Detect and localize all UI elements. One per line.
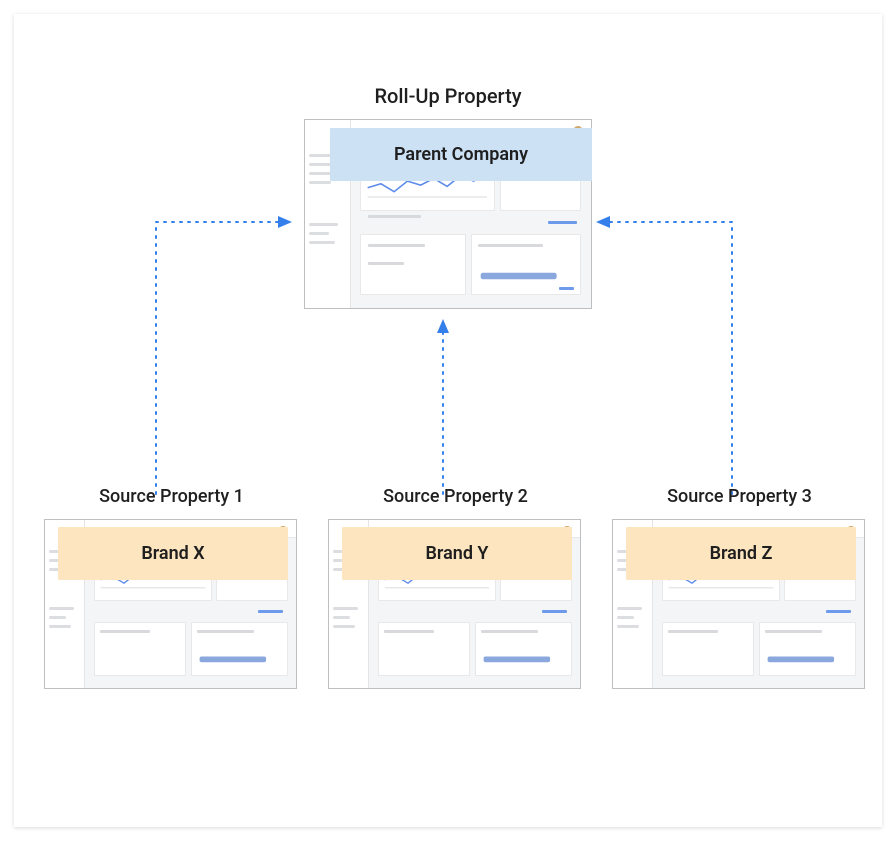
connector-right — [609, 222, 732, 494]
source-3-title: Source Property 3 — [612, 486, 867, 507]
source-1-title: Source Property 1 — [44, 486, 299, 507]
parent-title: Roll-Up Property — [14, 84, 882, 108]
connector-left — [156, 222, 279, 494]
source-3-overlay-label: Brand Z — [626, 527, 856, 580]
arrowhead-right — [596, 216, 610, 228]
arrowhead-left — [278, 216, 292, 228]
parent-overlay-label: Parent Company — [330, 128, 592, 181]
source-2-overlay-label: Brand Y — [342, 527, 572, 580]
arrowhead-middle — [437, 319, 449, 333]
diagram-canvas: Roll-Up Property — [14, 14, 882, 827]
source-1-overlay-label: Brand X — [58, 527, 288, 580]
source-2-title: Source Property 2 — [328, 486, 583, 507]
